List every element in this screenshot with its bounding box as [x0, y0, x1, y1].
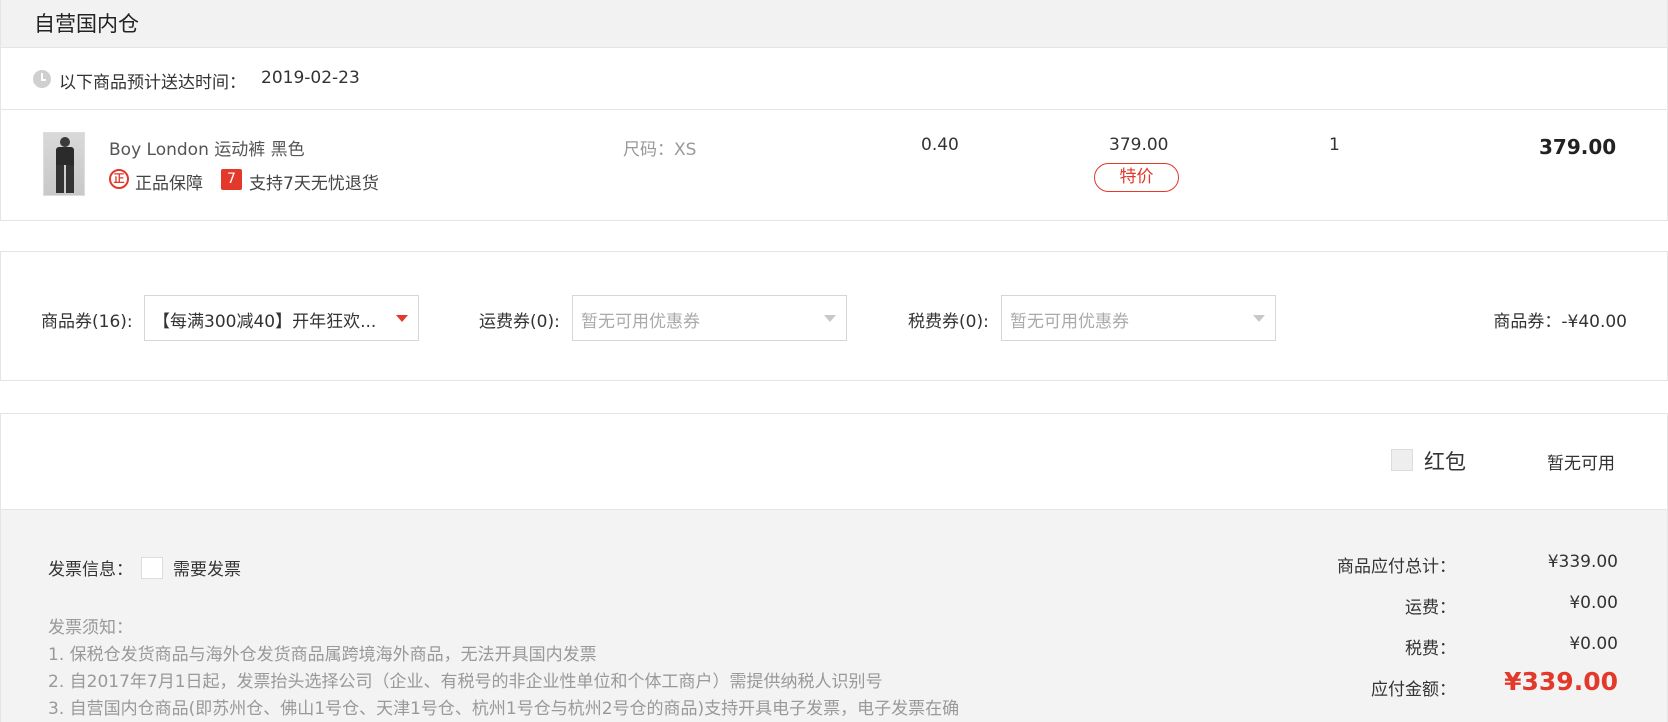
goods-coupon-value: 【每满300减40】开年狂欢...: [153, 312, 377, 332]
guarantee-label: 正品保障: [135, 174, 203, 194]
red-packet-label: 红包: [1424, 450, 1466, 474]
product-thumbnail[interactable]: [43, 132, 85, 196]
shipping-fee-label: 运费：: [1405, 598, 1456, 618]
coupon-discount-total: 商品券：-¥40.00: [1493, 312, 1627, 332]
chevron-down-icon: [396, 315, 408, 322]
warehouse-header: 自营国内仓: [0, 0, 1668, 48]
seven-day-return-icon: 7: [221, 169, 242, 190]
product-name[interactable]: Boy London 运动裤 黑色: [109, 135, 305, 160]
special-price-badge: 特价: [1094, 163, 1179, 192]
product-row-total: 379.00: [1539, 135, 1617, 159]
clock-icon: [33, 70, 51, 88]
coupon-section: 商品券(16): 【每满300减40】开年狂欢... 运费券(0): 暂无可用优…: [0, 251, 1668, 381]
delivery-row: 以下商品预计送达时间： 2019-02-23: [0, 48, 1668, 110]
red-packet-checkbox[interactable]: [1391, 449, 1413, 471]
invoice-notice-line: 3. 自营国内仓商品(即苏州仓、佛山1号仓、天津1号仓、杭州1号仓与杭州2号仓的…: [48, 699, 960, 719]
unit-price: 379.00: [1109, 135, 1169, 155]
invoice-notice-title: 发票须知：: [48, 618, 133, 638]
payable-amount-value: ¥339.00: [1504, 667, 1618, 696]
need-invoice-checkbox[interactable]: [141, 557, 163, 579]
warehouse-title: 自营国内仓: [34, 12, 139, 36]
red-packet-section: 红包 暂无可用: [0, 413, 1668, 509]
product-row: Boy London 运动裤 黑色 正 正品保障 7 支持7天无忧退货 尺码：X…: [0, 110, 1668, 221]
product-quantity: 1: [1329, 135, 1340, 155]
goods-total-value: ¥339.00: [1547, 552, 1618, 572]
return-policy-label: 支持7天无忧退货: [249, 174, 379, 194]
chevron-down-icon: [824, 315, 836, 322]
product-weight: 0.40: [921, 135, 959, 155]
shipping-coupon-select[interactable]: 暂无可用优惠券: [572, 295, 847, 341]
delivery-label: 以下商品预计送达时间：: [59, 73, 246, 93]
tax-coupon-value: 暂无可用优惠券: [1010, 312, 1129, 332]
invoice-summary-section: 发票信息： 需要发票 发票须知： 1. 保税仓发货商品与海外仓发货商品属跨境海外…: [0, 509, 1668, 722]
invoice-notice-line: 1. 保税仓发货商品与海外仓发货商品属跨境海外商品，无法开具国内发票: [48, 645, 597, 665]
invoice-label: 发票信息：: [48, 560, 133, 580]
tax-coupon-select[interactable]: 暂无可用优惠券: [1001, 295, 1276, 341]
goods-coupon-label: 商品券(16):: [41, 312, 133, 332]
red-packet-status: 暂无可用: [1547, 454, 1615, 474]
shipping-coupon-label: 运费券(0):: [479, 312, 560, 332]
tax-fee-value: ¥0.00: [1569, 634, 1618, 654]
payable-amount-label: 应付金额：: [1371, 680, 1456, 700]
product-size: 尺码：XS: [623, 140, 697, 160]
guarantee-icon: 正: [109, 169, 129, 189]
goods-coupon-select[interactable]: 【每满300减40】开年狂欢...: [144, 295, 419, 341]
delivery-date: 2019-02-23: [261, 68, 360, 88]
invoice-notice-line: 2. 自2017年7月1日起，发票抬头选择公司（企业、有税号的非企业性单位和个体…: [48, 672, 883, 692]
tax-fee-label: 税费：: [1405, 639, 1456, 659]
need-invoice-label[interactable]: 需要发票: [173, 555, 241, 580]
shipping-fee-value: ¥0.00: [1569, 593, 1618, 613]
goods-total-label: 商品应付总计：: [1337, 557, 1456, 577]
tax-coupon-label: 税费券(0):: [908, 312, 989, 332]
shipping-coupon-value: 暂无可用优惠券: [581, 312, 700, 332]
chevron-down-icon: [1253, 315, 1265, 322]
